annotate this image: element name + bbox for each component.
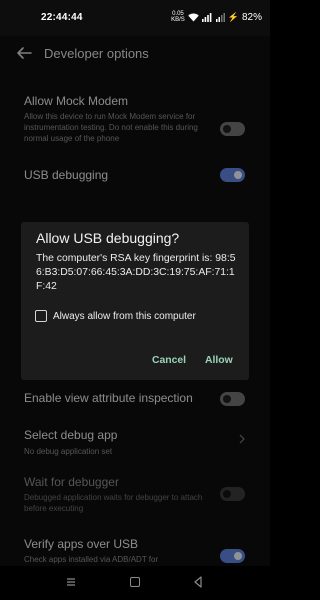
recent-apps-icon[interactable] [66, 577, 76, 587]
always-allow-label[interactable]: Always allow from this computer [53, 311, 196, 322]
dialog-title: Allow USB debugging? [36, 230, 180, 246]
wifi-icon [188, 13, 199, 21]
dialog-message: The computer's RSA key fingerprint is: 9… [36, 253, 236, 292]
status-bar: 22:44:44 0.05 KB/S ⚡ 82% [0, 0, 270, 36]
network-speed: 0.05 KB/S [171, 11, 185, 23]
battery-percent: 82% [241, 11, 262, 23]
back-triangle-icon[interactable] [193, 576, 203, 588]
home-icon[interactable] [130, 577, 140, 587]
always-allow-checkbox[interactable] [35, 310, 47, 322]
navigation-bar [0, 566, 270, 600]
status-icons: 0.05 KB/S ⚡ 82% [171, 11, 262, 23]
signal-icon [201, 12, 212, 22]
signal-2-icon [215, 12, 225, 22]
screen: 22:44:44 0.05 KB/S ⚡ 82% Developer optio… [0, 0, 270, 600]
cancel-button[interactable]: Cancel [152, 355, 186, 366]
allow-button[interactable]: Allow [205, 355, 233, 366]
status-time: 22:44:44 [41, 12, 83, 23]
charging-icon: ⚡ [227, 11, 239, 22]
usb-debugging-dialog: Allow USB debugging? The computer's RSA … [21, 222, 249, 380]
network-speed-unit: KB/S [171, 17, 185, 23]
